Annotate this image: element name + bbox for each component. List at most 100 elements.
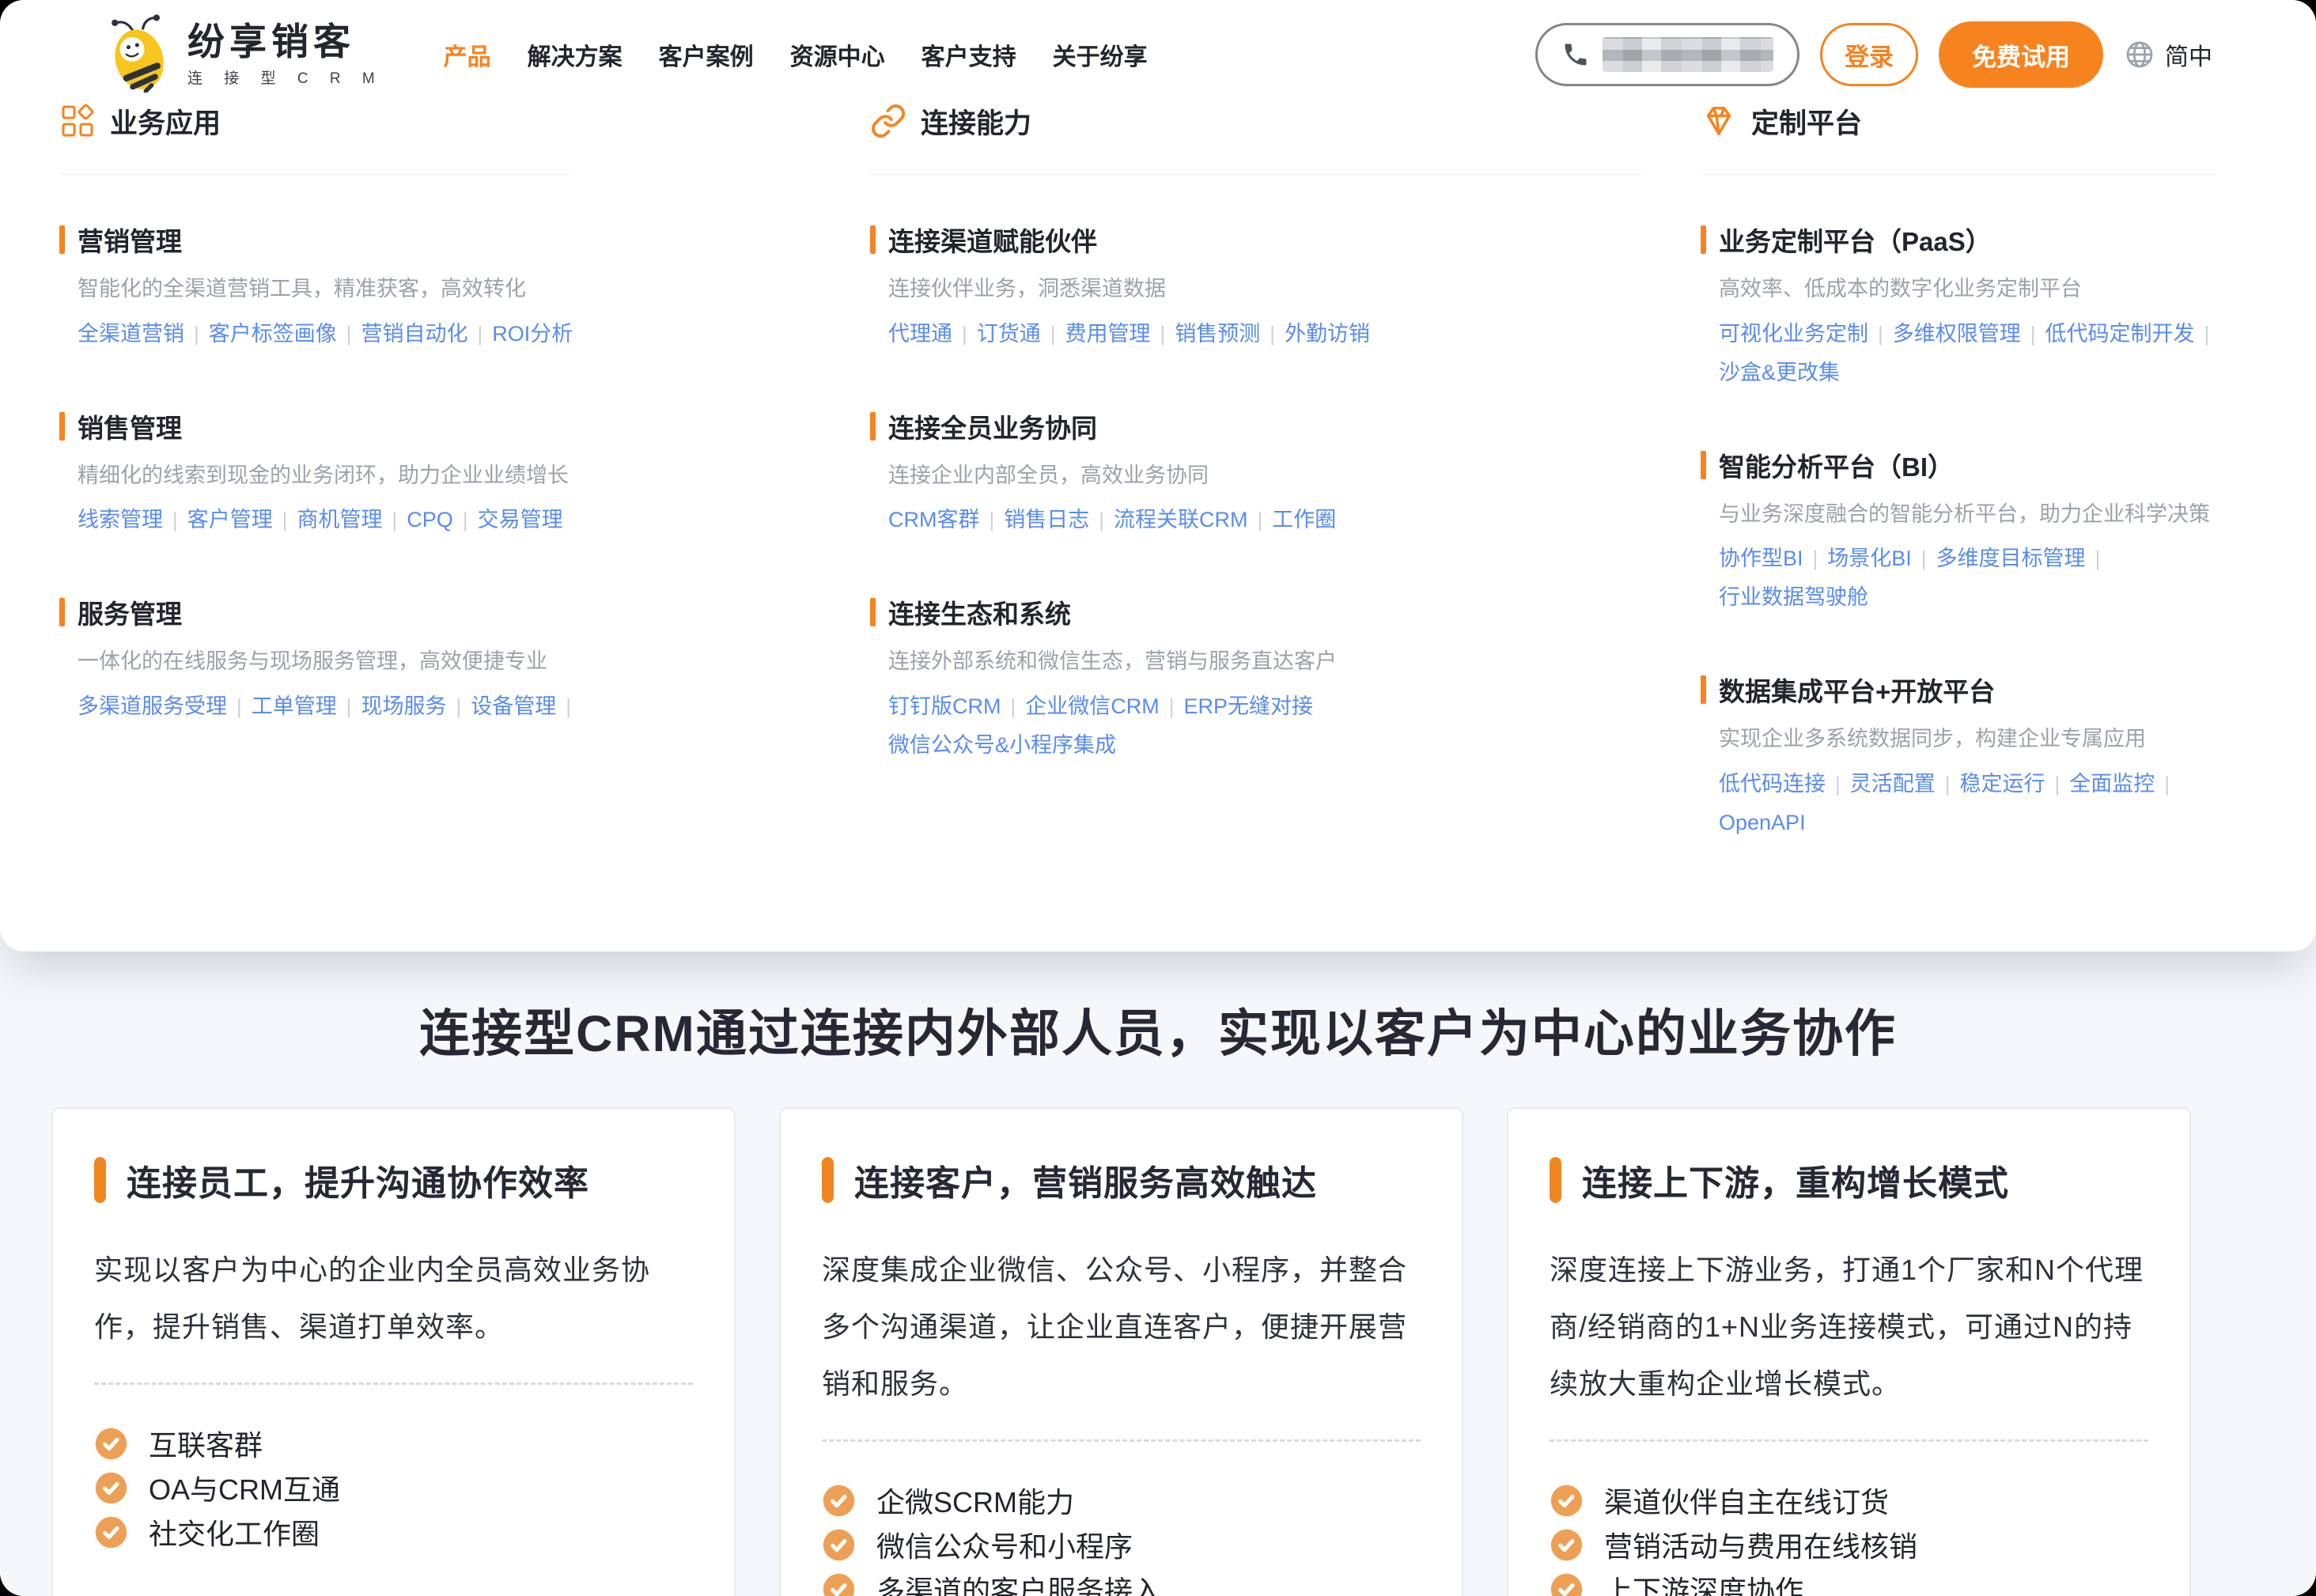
menu-column-header: 连接能力: [870, 98, 1669, 144]
menu-section-links: 线索管理|客户管理|商机管理|CPQ|交易管理: [78, 502, 838, 541]
menu-link[interactable]: 外勤访销: [1285, 322, 1370, 346]
separator: |: [1169, 694, 1175, 718]
menu-link[interactable]: 客户标签画像: [209, 322, 337, 346]
menu-link[interactable]: 微信公众号&小程序集成: [888, 733, 1116, 757]
menu-section-desc: 连接伙伴业务，洞悉渠道数据: [888, 273, 1669, 305]
menu-column-header: 定制平台: [1701, 98, 2257, 144]
separator: |: [1099, 508, 1104, 531]
menu-section-desc: 一体化的在线服务与现场服务管理，高效便捷专业: [78, 645, 838, 678]
menu-section-links: 低代码连接|灵活配置|稳定运行|全面监控|OpenAPI: [1719, 766, 2257, 844]
menu-section-title: 智能分析平台（BI）: [1719, 446, 1954, 484]
check-icon: [822, 1528, 856, 1562]
menu-link[interactable]: 场景化BI: [1827, 546, 1912, 570]
nav-item[interactable]: 客户案例: [659, 37, 754, 72]
menu-link[interactable]: 稳定运行: [1960, 772, 2045, 796]
menu-link[interactable]: 设备管理: [471, 694, 556, 718]
menu-section: 数据集成平台+开放平台 实现企业多系统数据同步，构建企业专属应用 低代码连接|灵…: [1701, 671, 2257, 844]
list-item-label: 多渠道的客户服务接入: [876, 1568, 1161, 1596]
list-item: 多渠道的客户服务接入: [822, 1567, 1421, 1596]
language-switcher[interactable]: 简中: [2124, 37, 2212, 72]
menu-link[interactable]: 低代码连接: [1719, 772, 1826, 796]
phone-contact-pill[interactable]: [1535, 23, 1799, 86]
menu-link[interactable]: 交易管理: [478, 508, 563, 531]
menu-link[interactable]: 低代码定制开发: [2045, 322, 2195, 346]
menu-section-links: 可视化业务定制|多维权限管理|低代码定制开发|沙盒&更改集: [1719, 316, 2257, 394]
menu-link[interactable]: 工作圈: [1272, 508, 1336, 531]
list-item-label: OA与CRM互通: [149, 1467, 340, 1508]
menu-link[interactable]: 订货通: [977, 322, 1041, 346]
menu-link[interactable]: 费用管理: [1065, 322, 1151, 346]
separator: |: [1835, 772, 1841, 796]
menu-section-link[interactable]: 服务管理: [59, 593, 838, 631]
separator: |: [346, 322, 352, 346]
login-button[interactable]: 登录: [1820, 23, 1918, 86]
menu-link[interactable]: 行业数据驾驶舱: [1719, 585, 1868, 609]
menu-link[interactable]: 销售日志: [1004, 508, 1089, 531]
logo[interactable]: 纷享销客 连 接 型 C R M: [104, 13, 384, 96]
menu-link[interactable]: 工单管理: [252, 694, 337, 718]
card-header: 连接员工，提升沟通协作效率: [94, 1155, 693, 1205]
hero-heading: 连接型CRM通过连接内外部人员，实现以客户为中心的业务协作: [0, 993, 2316, 1066]
list-item: 社交化工作圈: [94, 1510, 693, 1554]
list-item: 互联客群: [94, 1421, 693, 1466]
menu-link[interactable]: 协作型BI: [1719, 546, 1803, 570]
menu-link[interactable]: 商机管理: [297, 508, 383, 531]
menu-link[interactable]: 全面监控: [2069, 772, 2155, 796]
menu-link[interactable]: 钉钉版CRM: [888, 694, 1001, 718]
separator: |: [2095, 546, 2101, 570]
menu-section-link[interactable]: 连接渠道赋能伙伴: [870, 221, 1669, 259]
menu-section-desc: 连接外部系统和微信生态，营销与服务直达客户: [888, 645, 1669, 678]
free-trial-button[interactable]: 免费试用: [1939, 21, 2103, 88]
nav-item[interactable]: 客户支持: [921, 37, 1016, 72]
menu-link[interactable]: 可视化业务定制: [1719, 322, 1868, 346]
menu-section-link[interactable]: 营销管理: [59, 221, 838, 259]
menu-link[interactable]: 全渠道营销: [78, 322, 184, 346]
feature-card: 连接员工，提升沟通协作效率 实现以客户为中心的企业内全员高效业务协作，提升销售、…: [51, 1107, 736, 1596]
menu-link[interactable]: 销售预测: [1175, 322, 1260, 346]
separator: |: [1160, 322, 1166, 346]
separator: |: [282, 508, 288, 531]
nav-item[interactable]: 关于纷享: [1053, 37, 1148, 72]
link-icon: [870, 103, 906, 139]
menu-section-desc: 高效率、低成本的数字化业务定制平台: [1719, 273, 2257, 305]
menu-link[interactable]: 企业微信CRM: [1025, 694, 1160, 718]
menu-link[interactable]: 营销自动化: [361, 322, 468, 346]
phone-icon: [1561, 40, 1590, 69]
menu-link[interactable]: 灵活配置: [1850, 772, 1936, 796]
menu-link[interactable]: 线索管理: [78, 508, 163, 531]
menu-link[interactable]: CRM客群: [888, 508, 980, 531]
menu-section-title: 营销管理: [78, 221, 182, 259]
menu-section-link[interactable]: 连接生态和系统: [870, 593, 1669, 631]
accent-bar: [870, 225, 876, 254]
menu-link[interactable]: 多维度目标管理: [1936, 546, 2086, 570]
menu-link[interactable]: ERP无缝对接: [1184, 694, 1314, 718]
menu-section-link[interactable]: 销售管理: [59, 407, 838, 445]
separator: |: [194, 322, 199, 346]
menu-section-link[interactable]: 业务定制平台（PaaS）: [1701, 221, 2257, 259]
menu-link[interactable]: 多维权限管理: [1893, 322, 2021, 346]
list-item-label: 微信公众号和小程序: [876, 1524, 1133, 1565]
menu-link[interactable]: 沙盒&更改集: [1719, 361, 1840, 384]
menu-link[interactable]: 客户管理: [187, 508, 273, 531]
menu-link[interactable]: 多渠道服务受理: [78, 694, 227, 718]
menu-link[interactable]: OpenAPI: [1719, 811, 1806, 834]
menu-column-title: 业务应用: [110, 101, 221, 142]
hero-section: 连接型CRM通过连接内外部人员，实现以客户为中心的业务协作 连接员工，提升沟通协…: [0, 900, 2316, 1596]
menu-section-links: 代理通|订货通|费用管理|销售预测|外勤访销: [888, 316, 1669, 355]
nav-item[interactable]: 产品: [444, 37, 491, 72]
menu-link[interactable]: 现场服务: [361, 694, 447, 718]
mega-menu-panel: 纷享销客 连 接 型 C R M 产品解决方案客户案例资源中心客户支持关于纷享 …: [0, 0, 2316, 951]
menu-link[interactable]: 代理通: [888, 322, 952, 346]
menu-section-link[interactable]: 数据集成平台+开放平台: [1701, 671, 2257, 709]
check-icon: [822, 1572, 856, 1596]
menu-link[interactable]: ROI分析: [492, 322, 573, 346]
card-feature-list: 渠道伙伴自主在线订货 营销活动与费用在线核销 上下游深度协作: [1550, 1478, 2148, 1596]
menu-link[interactable]: CPQ: [407, 508, 453, 531]
menu-link[interactable]: 流程关联CRM: [1114, 508, 1248, 531]
card-description: 实现以客户为中心的企业内全员高效业务协作，提升销售、渠道打单效率。: [94, 1242, 693, 1356]
menu-section-link[interactable]: 连接全员业务协同: [870, 407, 1669, 445]
menu-section-link[interactable]: 智能分析平台（BI）: [1701, 446, 2257, 484]
nav-item[interactable]: 资源中心: [790, 37, 885, 72]
check-icon: [1550, 1572, 1584, 1596]
nav-item[interactable]: 解决方案: [528, 37, 623, 72]
